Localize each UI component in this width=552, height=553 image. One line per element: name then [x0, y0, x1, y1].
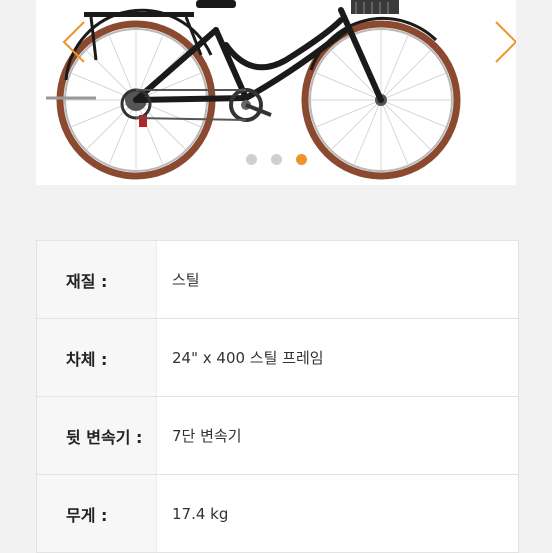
spec-value: 스틸	[172, 271, 200, 289]
spec-label: 무게 :	[37, 475, 157, 552]
spec-row: 무게 : 17.4 kg	[37, 475, 518, 552]
spec-label: 뒷 변속기 :	[37, 397, 157, 474]
pagination-dot-active[interactable]	[295, 154, 307, 165]
product-image-carousel[interactable]	[36, 0, 516, 185]
carousel-pagination	[36, 154, 516, 166]
spec-row: 재질 : 스틸	[37, 241, 518, 319]
spec-label: 재질 :	[37, 241, 157, 318]
spec-row: 뒷 변속기 : 7단 변속기	[37, 397, 518, 475]
pagination-dot[interactable]	[270, 154, 282, 165]
chevron-left-icon[interactable]	[54, 16, 94, 68]
spec-value: 24" x 400 스틸 프레임	[172, 349, 324, 367]
spec-row: 차체 : 24" x 400 스틸 프레임	[37, 319, 518, 397]
chevron-right-icon[interactable]	[490, 16, 516, 68]
pagination-dot[interactable]	[245, 154, 257, 165]
spec-value: 17.4 kg	[172, 504, 229, 523]
spec-value: 7단 변속기	[172, 427, 242, 445]
spec-table: 재질 : 스틸 차체 : 24" x 400 스틸 프레임 뒷 변속기 : 7단…	[36, 240, 519, 553]
spec-label: 차체 :	[37, 319, 157, 396]
